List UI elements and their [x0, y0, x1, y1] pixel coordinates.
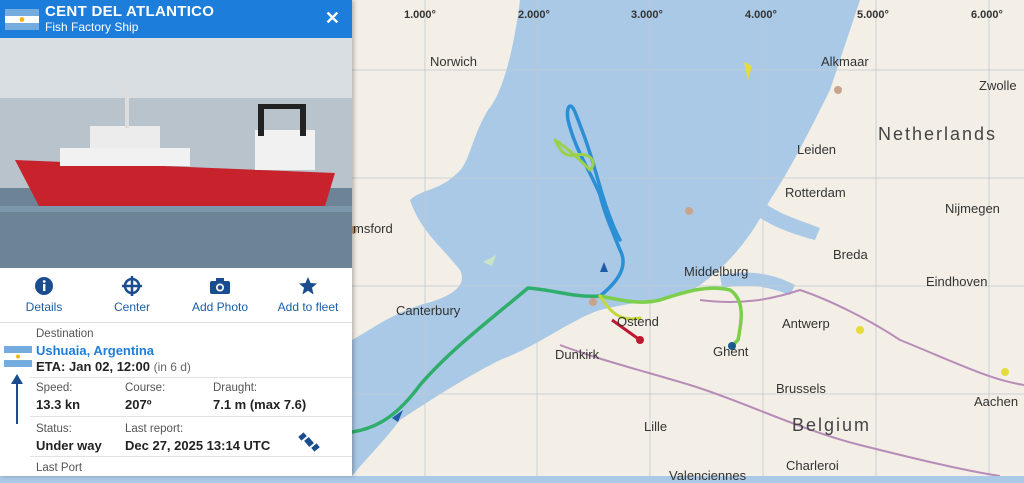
course-value: 207º: [125, 397, 152, 412]
add-photo-button[interactable]: Add Photo: [176, 276, 264, 314]
panel-header: CENT DEL ATLANTICO Fish Factory Ship ✕: [0, 0, 352, 38]
country-label: Netherlands: [878, 124, 998, 144]
place-label: Breda: [833, 247, 868, 262]
draught-label: Draught:: [213, 382, 258, 394]
place-label: Aachen: [974, 394, 1019, 409]
status-label: Status:: [36, 423, 72, 435]
destination-value[interactable]: Ushuaia, Argentina: [36, 343, 154, 358]
status-value: Under way: [36, 438, 102, 453]
info-icon: [35, 277, 53, 295]
action-bar: Details Center Add Photo Add to fleet: [0, 270, 352, 323]
place-label: Nijmegen: [945, 201, 1000, 216]
place-label: Ghent: [713, 344, 749, 359]
longitude-label: 4.000°: [745, 9, 777, 21]
speed-value: 13.3 kn: [36, 397, 81, 412]
place-label: msford: [353, 221, 393, 236]
eta-relative: (in 6 d): [153, 360, 191, 374]
details-label: Details: [25, 300, 63, 314]
center-button[interactable]: Center: [88, 276, 176, 314]
crosshair-icon: [122, 276, 142, 296]
vessel-name: CENT DEL ATLANTICO: [45, 3, 215, 20]
close-icon[interactable]: ✕: [325, 8, 340, 29]
place-label: Antwerp: [782, 316, 830, 331]
place-label: Rotterdam: [785, 185, 846, 200]
vessel-info-panel: CENT DEL ATLANTICO Fish Factory Ship ✕ D…: [0, 0, 352, 476]
details-button[interactable]: Details: [0, 276, 88, 314]
add-to-fleet-label: Add to fleet: [277, 300, 339, 314]
eta-row: ETA: Jan 02, 12:00 (in 6 d): [36, 359, 191, 374]
longitude-label: 6.000°: [971, 9, 1003, 21]
vessel-marker: [636, 336, 644, 344]
place-label: Dunkirk: [555, 347, 600, 362]
last-report-label: Last report:: [125, 423, 184, 435]
place-label: Lille: [644, 419, 668, 434]
last-port-label: Last Port: [36, 462, 83, 474]
place-label: Ostend: [617, 314, 659, 329]
add-photo-label: Add Photo: [191, 300, 249, 314]
add-to-fleet-button[interactable]: Add to fleet: [264, 276, 352, 314]
argentina-flag-icon: [5, 9, 39, 30]
star-icon: [299, 277, 317, 295]
vessel-type: Fish Factory Ship: [45, 20, 139, 34]
camera-icon: [210, 278, 230, 294]
voyage-arrow-icon: [11, 374, 23, 424]
destination-flag-icon: [4, 346, 32, 367]
eta-label: ETA:: [36, 359, 66, 374]
satellite-icon[interactable]: [298, 432, 320, 452]
course-label: Course:: [125, 382, 166, 394]
country-label: Belgium: [792, 415, 872, 435]
draught-value: 7.1 m (max 7.6): [213, 397, 307, 412]
destination-label: Destination: [36, 328, 94, 340]
place-label: Brussels: [776, 381, 826, 396]
place-label: Leiden: [797, 142, 837, 157]
speed-label: Speed:: [36, 382, 73, 394]
vessel-photo: [0, 38, 352, 268]
last-report-value: Dec 27, 2025 13:14 UTC: [125, 438, 271, 453]
place-label: Zwolle: [979, 78, 1017, 93]
center-label: Center: [113, 300, 151, 314]
place-label: Canterbury: [396, 303, 461, 318]
place-label: Alkmaar: [821, 54, 869, 69]
place-label: Eindhoven: [926, 274, 988, 289]
place-label: Middelburg: [684, 264, 749, 279]
longitude-label: 3.000°: [631, 9, 663, 21]
longitude-label: 1.000°: [404, 9, 436, 21]
place-label: Norwich: [430, 54, 477, 69]
longitude-label: 5.000°: [857, 9, 889, 21]
eta-value: Jan 02, 12:00: [69, 359, 150, 374]
place-label: Charleroi: [786, 458, 839, 473]
longitude-label: 2.000°: [518, 9, 550, 21]
